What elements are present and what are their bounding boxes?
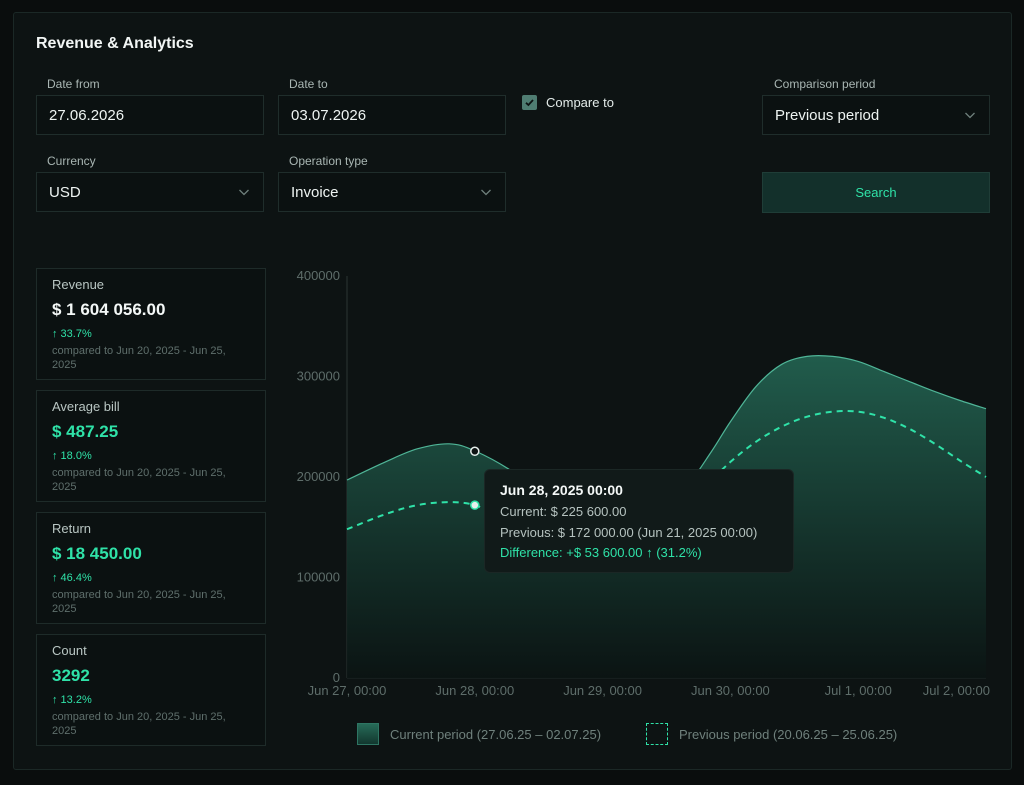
check-icon [525, 99, 534, 107]
legend-item-current[interactable]: Current period (27.06.25 – 02.07.25) [357, 723, 601, 745]
currency-value: USD [49, 183, 81, 201]
comparison-period-select[interactable]: Previous period [762, 95, 990, 135]
tooltip-title: Jun 28, 2025 00:00 [500, 482, 623, 498]
x-tick-label: Jun 27, 00:00 [308, 683, 387, 698]
stat-label: Return [52, 521, 92, 536]
date-from-label: Date from [47, 77, 100, 91]
operation-type-label: Operation type [289, 154, 368, 168]
stat-value: $ 487.25 [52, 422, 119, 441]
operation-type-select[interactable]: Invoice [278, 172, 506, 212]
stat-card-revenue: Revenue $ 1 604 056.00 ↑ 33.7% compared … [36, 268, 266, 380]
stat-card-return: Return $ 18 450.00 ↑ 46.4% compared to J… [36, 512, 266, 624]
search-button[interactable]: Search [762, 172, 990, 213]
stat-change: ↑ 18.0% [52, 450, 92, 462]
comparison-period-value: Previous period [775, 106, 880, 124]
stat-label: Count [52, 643, 87, 658]
x-tick-label: Jun 28, 00:00 [435, 683, 514, 698]
stat-compare-text: compared to Jun 20, 2025 - Jun 25, 2025 [52, 467, 226, 493]
y-tick-label: 300000 [297, 369, 340, 384]
tooltip-previous: Previous: $ 172 000.00 (Jun 21, 2025 00:… [500, 525, 758, 540]
chevron-down-icon [239, 189, 249, 196]
tooltip-current: Current: $ 225 600.00 [500, 504, 627, 519]
previous-highlight-point [470, 500, 480, 510]
date-to-label: Date to [289, 77, 328, 91]
x-tick-label: Jul 1, 00:00 [825, 683, 892, 698]
tooltip-difference: Difference: +$ 53 600.00 ↑ (31.2%) [500, 545, 702, 560]
previous-period-swatch [646, 723, 668, 745]
y-tick-label: 100000 [297, 570, 340, 585]
currency-select[interactable]: USD [36, 172, 264, 212]
stat-value: $ 18 450.00 [52, 544, 142, 563]
date-to-value: 03.07.2026 [291, 106, 367, 124]
stat-compare-text: compared to Jun 20, 2025 - Jun 25, 2025 [52, 589, 226, 615]
compare-to-label: Compare to [546, 95, 614, 110]
chevron-down-icon [481, 189, 491, 196]
stat-label: Revenue [52, 277, 105, 292]
chevron-down-icon [965, 112, 975, 119]
stat-change: ↑ 46.4% [52, 572, 92, 584]
stat-value: $ 1 604 056.00 [52, 300, 166, 319]
legend-previous-label: Previous period (20.06.25 – 25.06.25) [679, 726, 898, 742]
x-tick-label: Jun 29, 00:00 [563, 683, 642, 698]
y-tick-label: 400000 [297, 268, 340, 283]
current-period-swatch [357, 723, 379, 745]
chart-tooltip: Jun 28, 2025 00:00 Current: $ 225 600.00… [484, 469, 794, 573]
legend-item-previous[interactable]: Previous period (20.06.25 – 25.06.25) [646, 723, 897, 745]
comparison-period-label: Comparison period [774, 77, 876, 91]
stat-label: Average bill [52, 399, 120, 414]
stat-change: ↑ 13.2% [52, 694, 92, 706]
date-from-value: 27.06.2026 [49, 106, 125, 124]
current-highlight-point [470, 446, 480, 457]
currency-label: Currency [47, 154, 96, 168]
legend-current-label: Current period (27.06.25 – 02.07.25) [390, 726, 602, 742]
stat-card-count: Count 3292 ↑ 13.2% compared to Jun 20, 2… [36, 634, 266, 746]
x-tick-label: Jul 2, 00:00 [923, 683, 990, 698]
stat-value: 3292 [52, 666, 90, 685]
stat-compare-text: compared to Jun 20, 2025 - Jun 25, 2025 [52, 345, 226, 371]
x-tick-label: Jun 30, 00:00 [691, 683, 770, 698]
date-from-field[interactable]: 27.06.2026 [36, 95, 264, 135]
stat-change: ↑ 33.7% [52, 328, 92, 340]
operation-type-value: Invoice [291, 183, 339, 201]
y-tick-label: 200000 [297, 469, 340, 484]
compare-to-toggle[interactable]: Compare to [522, 95, 614, 110]
stat-compare-text: compared to Jun 20, 2025 - Jun 25, 2025 [52, 711, 226, 737]
page-title: Revenue & Analytics [36, 35, 194, 52]
compare-to-checkbox[interactable] [522, 95, 537, 110]
stat-card-average-bill: Average bill $ 487.25 ↑ 18.0% compared t… [36, 390, 266, 502]
date-to-field[interactable]: 03.07.2026 [278, 95, 506, 135]
